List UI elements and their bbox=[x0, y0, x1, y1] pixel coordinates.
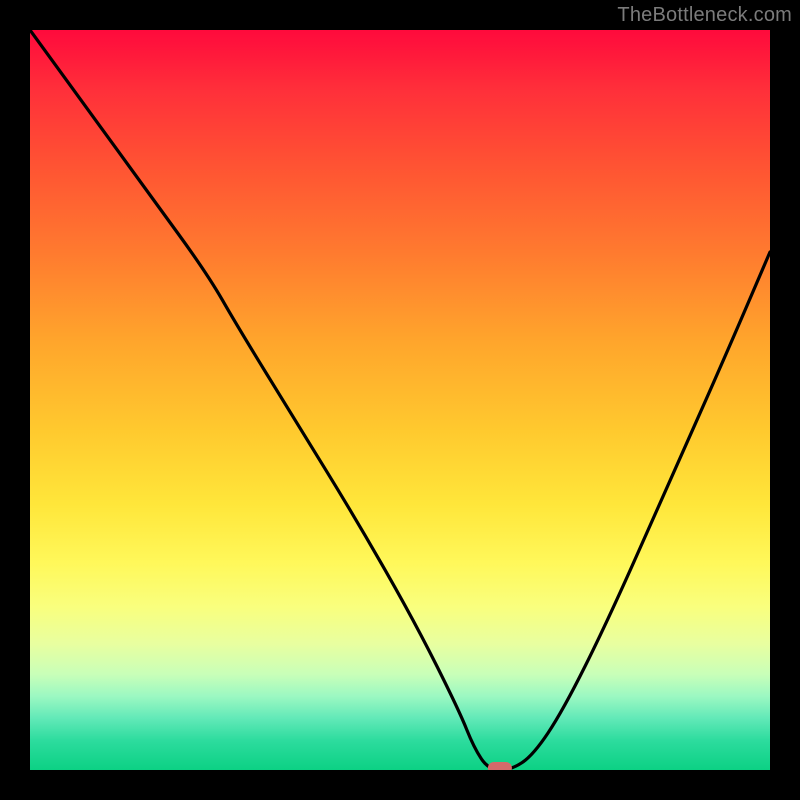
optimal-marker bbox=[488, 762, 512, 770]
bottleneck-curve bbox=[30, 30, 770, 770]
plot-area bbox=[30, 30, 770, 770]
chart-overlay bbox=[30, 30, 770, 770]
watermark-text: TheBottleneck.com bbox=[617, 4, 792, 27]
chart-frame: TheBottleneck.com bbox=[0, 0, 800, 800]
